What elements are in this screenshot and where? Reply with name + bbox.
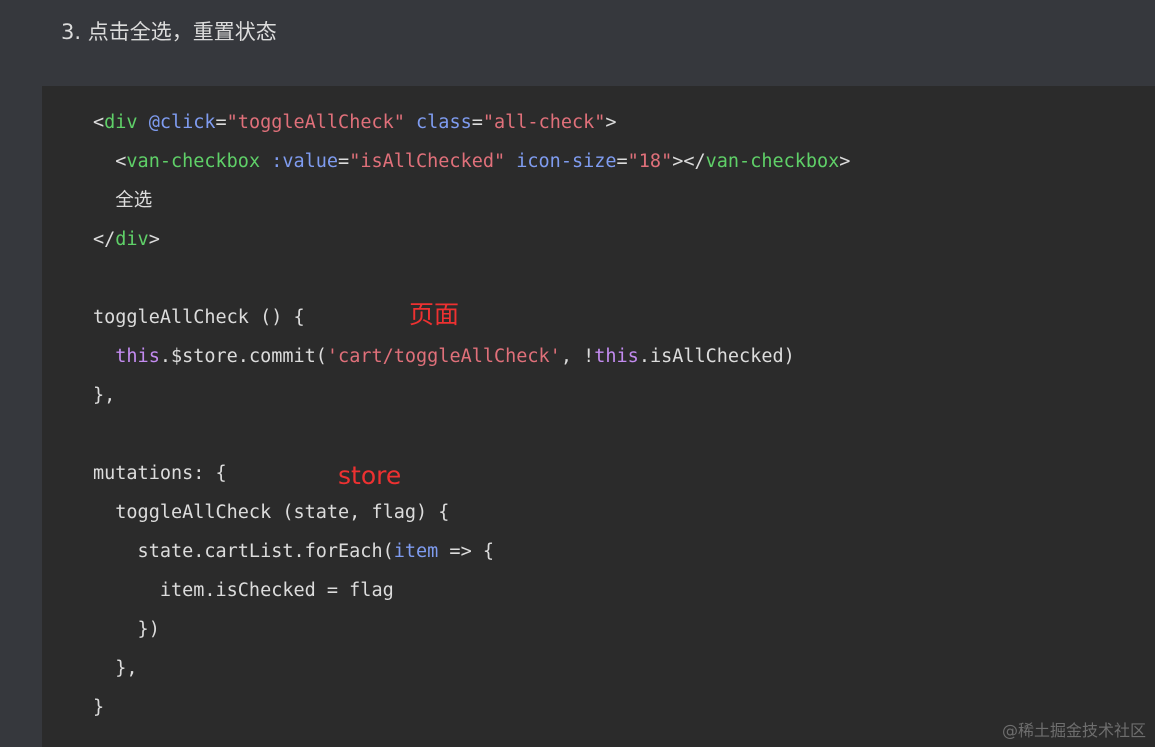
tag-open: < [115, 151, 127, 172]
code-line-12: }) [93, 619, 160, 640]
attr-name: :value [271, 151, 339, 172]
code-line-10: state.cartList.forEach(item => { [93, 532, 494, 571]
code-line-2: <van-checkbox :value="isAllChecked" icon… [93, 142, 850, 181]
code-line-1: <div @click="toggleAllCheck" class="all-… [93, 103, 617, 142]
keyword: this [594, 346, 639, 367]
tag-name: van-checkbox [705, 151, 840, 172]
code-text: state.cartList.forEach( [93, 541, 394, 562]
watermark: @稀土掘金技术社区 [1001, 721, 1146, 740]
attr-name: @click [148, 112, 216, 133]
equals: = [471, 112, 483, 133]
equals: = [215, 112, 227, 133]
attr-value: "all-check" [482, 112, 606, 133]
text-content: 全选 [115, 190, 153, 211]
code-line-9: toggleAllCheck (state, flag) { [93, 502, 450, 523]
tag-open: < [93, 112, 105, 133]
param-name: item [393, 541, 439, 562]
tag-mid: ></ [672, 151, 706, 172]
code-line-3: 全选 [93, 181, 152, 220]
tag-close: > [839, 151, 851, 172]
code-line-5: toggleAllCheck () { [93, 307, 305, 328]
equals: = [338, 151, 350, 172]
string-literal: 'cart/toggleAllCheck' [326, 346, 561, 367]
equals: = [616, 151, 628, 172]
code-line-6: this.$store.commit('cart/toggleAllCheck'… [93, 337, 795, 376]
code-line-13: }, [93, 658, 138, 679]
attr-value: "isAllChecked" [349, 151, 506, 172]
code-line-8: mutations: { [93, 463, 227, 484]
section-heading: 3. 点击全选，重置状态 [61, 20, 277, 44]
tag-close: > [148, 229, 160, 250]
attr-name: class [416, 112, 472, 133]
attr-value: "toggleAllCheck" [226, 112, 405, 133]
attr-name: icon-size [516, 151, 617, 172]
annotation-store: store [338, 461, 402, 490]
tag-open: </ [93, 229, 116, 250]
code-text: , ! [560, 346, 595, 367]
code-text: .isAllChecked) [638, 346, 795, 367]
annotation-page: 页面 [409, 300, 460, 329]
code-line-14: } [93, 697, 105, 718]
tag-name: div [104, 112, 138, 133]
tag-name: van-checkbox [126, 151, 261, 172]
code-text: => { [438, 541, 494, 562]
tag-name: div [115, 229, 149, 250]
code-text: .$store.commit( [159, 346, 327, 367]
attr-value: "18" [627, 151, 673, 172]
code-block: <div @click="toggleAllCheck" class="all-… [42, 86, 1155, 747]
code-line-4: </div> [93, 220, 160, 259]
code-line-11: item.isChecked = flag [93, 580, 394, 601]
tag-close: > [605, 112, 617, 133]
code-line-7: }, [93, 385, 116, 406]
keyword: this [115, 346, 160, 367]
